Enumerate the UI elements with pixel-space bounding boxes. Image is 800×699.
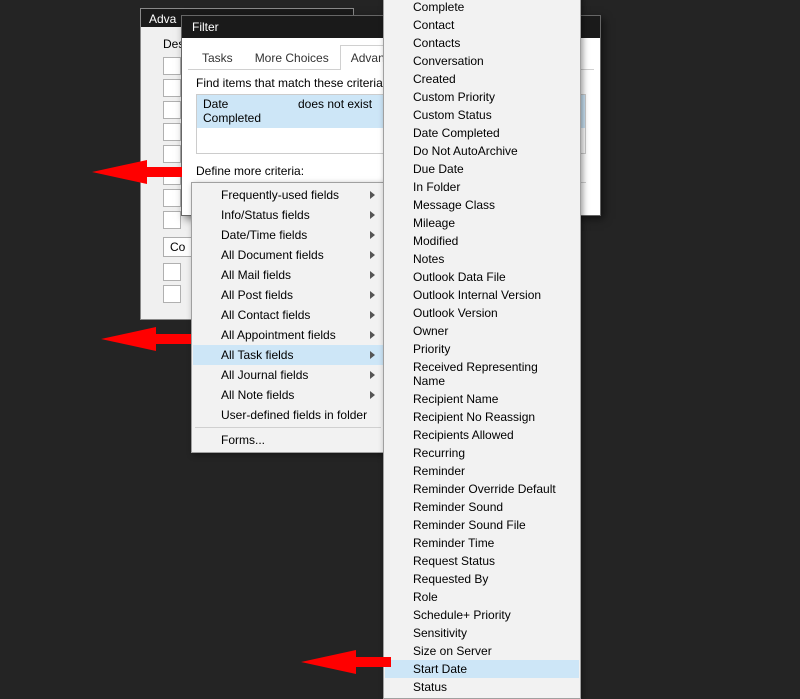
condition-button[interactable]: Co	[163, 237, 192, 257]
menu-item[interactable]: Date Completed	[385, 124, 579, 142]
menu-item[interactable]: User-defined fields in folder	[193, 405, 383, 425]
checkbox[interactable]	[163, 123, 181, 141]
chevron-right-icon	[370, 331, 375, 339]
menu-item[interactable]: Modified	[385, 232, 579, 250]
menu-item[interactable]: Complete	[385, 0, 579, 16]
menu-item[interactable]: Recipients Allowed	[385, 426, 579, 444]
menu-item[interactable]: All Contact fields	[193, 305, 383, 325]
tab-tasks[interactable]: Tasks	[191, 45, 244, 70]
checkbox[interactable]	[163, 101, 181, 119]
checkbox[interactable]	[163, 263, 181, 281]
menu-item[interactable]: Outlook Version	[385, 304, 579, 322]
menu-item[interactable]: Owner	[385, 322, 579, 340]
menu-item[interactable]: Custom Priority	[385, 88, 579, 106]
menu-item[interactable]: Requested By	[385, 570, 579, 588]
menu-item[interactable]: Reminder Time	[385, 534, 579, 552]
chevron-right-icon	[370, 231, 375, 239]
menu-item[interactable]: Message Class	[385, 196, 579, 214]
chevron-right-icon	[370, 391, 375, 399]
menu-item[interactable]: Mileage	[385, 214, 579, 232]
menu-item[interactable]: All Mail fields	[193, 265, 383, 285]
menu-item[interactable]: All Journal fields	[193, 365, 383, 385]
menu-item[interactable]: Role	[385, 588, 579, 606]
menu-item[interactable]: Reminder Sound	[385, 498, 579, 516]
chevron-right-icon	[370, 311, 375, 319]
chevron-right-icon	[370, 291, 375, 299]
chevron-right-icon	[370, 351, 375, 359]
menu-item[interactable]: Request Status	[385, 552, 579, 570]
menu-item[interactable]: Start Date	[385, 660, 579, 678]
menu-item[interactable]: Sensitivity	[385, 624, 579, 642]
task-fields-menu: CompleteContactContactsConversationCreat…	[383, 0, 581, 699]
menu-item[interactable]: Schedule+ Priority	[385, 606, 579, 624]
annotation-arrow	[301, 645, 391, 679]
menu-item[interactable]: Frequently-used fields	[193, 185, 383, 205]
menu-item[interactable]: All Document fields	[193, 245, 383, 265]
criteria-field: Date Completed	[197, 95, 292, 127]
menu-item[interactable]: Contacts	[385, 34, 579, 52]
menu-item[interactable]: Do Not AutoArchive	[385, 142, 579, 160]
chevron-right-icon	[370, 371, 375, 379]
menu-item[interactable]: All Post fields	[193, 285, 383, 305]
menu-item[interactable]: Recipient No Reassign	[385, 408, 579, 426]
chevron-right-icon	[370, 251, 375, 259]
annotation-arrow	[92, 155, 182, 189]
menu-item[interactable]: Custom Status	[385, 106, 579, 124]
menu-item[interactable]: All Note fields	[193, 385, 383, 405]
menu-item[interactable]: Recipient Name	[385, 390, 579, 408]
menu-item[interactable]: Received Representing Name	[385, 358, 579, 390]
menu-item[interactable]: Outlook Internal Version	[385, 286, 579, 304]
menu-item[interactable]: Reminder Sound File	[385, 516, 579, 534]
menu-item[interactable]: Reminder Override Default	[385, 480, 579, 498]
menu-item[interactable]: Contact	[385, 16, 579, 34]
chevron-right-icon	[370, 191, 375, 199]
chevron-right-icon	[370, 211, 375, 219]
menu-item[interactable]: Reminder	[385, 462, 579, 480]
checkbox[interactable]	[163, 211, 181, 229]
menu-item[interactable]: Date/Time fields	[193, 225, 383, 245]
menu-item[interactable]: Notes	[385, 250, 579, 268]
tab-more-choices[interactable]: More Choices	[244, 45, 340, 70]
annotation-arrow	[101, 322, 191, 356]
menu-item[interactable]: Priority	[385, 340, 579, 358]
checkbox[interactable]	[163, 285, 181, 303]
menu-item[interactable]: Created	[385, 70, 579, 88]
checkbox[interactable]	[163, 57, 181, 75]
menu-item[interactable]: Size on Server	[385, 642, 579, 660]
menu-item[interactable]: Recurring	[385, 444, 579, 462]
menu-item[interactable]: Conversation	[385, 52, 579, 70]
menu-item[interactable]: Info/Status fields	[193, 205, 383, 225]
menu-item[interactable]: Due Date	[385, 160, 579, 178]
menu-item[interactable]: Forms...	[193, 430, 383, 450]
chevron-right-icon	[370, 271, 375, 279]
menu-item[interactable]: Outlook Data File	[385, 268, 579, 286]
menu-item[interactable]: All Task fields	[193, 345, 383, 365]
menu-item[interactable]: In Folder	[385, 178, 579, 196]
menu-item[interactable]: All Appointment fields	[193, 325, 383, 345]
checkbox[interactable]	[163, 189, 181, 207]
field-category-menu: Frequently-used fieldsInfo/Status fields…	[191, 182, 385, 453]
menu-separator	[195, 427, 381, 428]
checkbox[interactable]	[163, 79, 181, 97]
menu-item[interactable]: Status	[385, 678, 579, 696]
